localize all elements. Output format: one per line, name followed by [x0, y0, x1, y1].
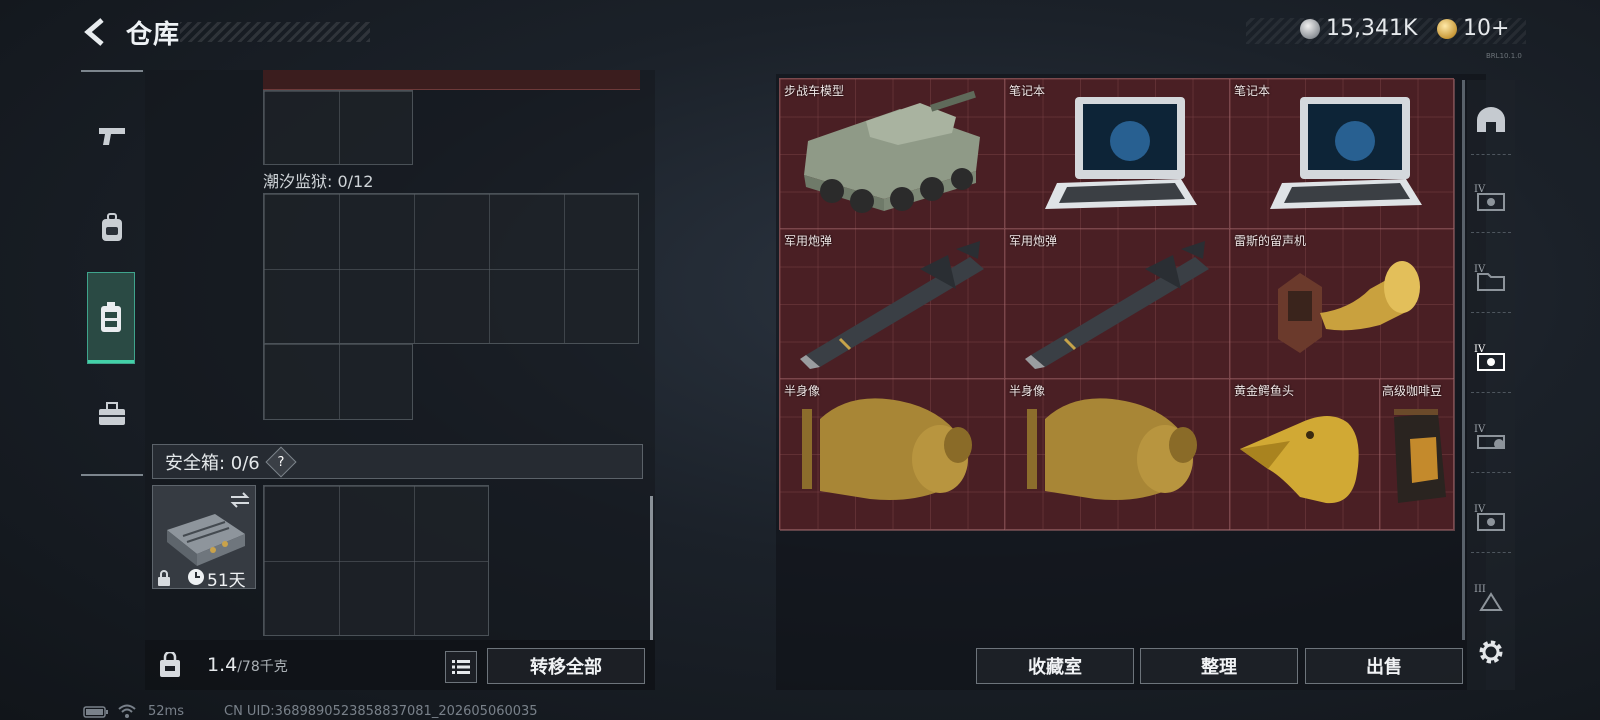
folder-iv-icon: IV — [1474, 264, 1505, 291]
nav-item-toolbox[interactable] — [81, 368, 143, 460]
left-nav — [81, 70, 143, 476]
ifv-model-icon — [804, 90, 980, 213]
svg-text:III: III — [1474, 584, 1486, 595]
title-decoration — [180, 22, 370, 42]
gold-amount: 10+ — [1463, 16, 1510, 41]
pistol-icon — [99, 128, 125, 145]
stash-item[interactable]: 步战车模型 — [780, 79, 1005, 229]
nav-item-rig[interactable] — [87, 272, 135, 364]
prison-grid-extra[interactable] — [263, 343, 413, 420]
side-tab-level-4[interactable]: IV — [1471, 498, 1511, 538]
silver-currency[interactable]: 15,341K — [1300, 16, 1417, 41]
item-name: 军用炮弹 — [1009, 234, 1058, 248]
coffee-bag-icon — [1394, 409, 1446, 503]
swap-icon[interactable] — [229, 492, 251, 508]
item-name: 军用炮弹 — [784, 234, 833, 248]
settings-button[interactable] — [1471, 632, 1511, 672]
equipment-iv-icon: IV — [1474, 504, 1505, 531]
chevron-left-icon — [84, 18, 104, 46]
armor-iv-icon: IV — [1474, 184, 1505, 211]
sell-button[interactable]: 出售 — [1305, 648, 1463, 684]
weight-max: /78千克 — [237, 659, 288, 675]
stash-scrollbar[interactable] — [1462, 80, 1465, 640]
gear-icon — [1479, 640, 1503, 664]
gold-currency[interactable]: 10+ — [1437, 16, 1509, 41]
case-duration: 51天 — [207, 571, 246, 591]
item-name: 步战车模型 — [784, 84, 845, 98]
chest-rig-icon — [101, 302, 121, 332]
weight-icon — [160, 652, 180, 677]
clock-icon — [188, 569, 204, 585]
laptop-icon — [1045, 97, 1197, 209]
prison-grid[interactable] — [263, 193, 639, 344]
sort-button[interactable]: 整理 — [1140, 648, 1298, 684]
item-name: 笔记本 — [1234, 84, 1271, 98]
backpack-icon — [102, 213, 122, 241]
stash-item[interactable]: 黄金鳄鱼头 — [1230, 379, 1380, 531]
nav-item-backpack[interactable] — [81, 182, 143, 274]
item-name: 黄金鳄鱼头 — [1234, 384, 1295, 398]
side-tab-level-4[interactable]: IV — [1471, 418, 1511, 458]
helmet-icon — [1477, 107, 1505, 132]
bust-icon — [802, 398, 972, 500]
device-iv-icon: IV — [1474, 344, 1505, 371]
side-tab-level-4[interactable]: IV — [1471, 178, 1511, 218]
weight-current: 1.4 — [207, 654, 238, 676]
back-button[interactable] — [80, 16, 110, 48]
item-name: 雷斯的留声机 — [1234, 234, 1307, 248]
item-name: 高级咖啡豆 — [1382, 384, 1443, 398]
stash-item[interactable]: 雷斯的留声机 — [1230, 229, 1455, 379]
laptop-icon — [1270, 97, 1422, 209]
tool-iv-icon: IV — [1474, 424, 1505, 449]
page-title: 仓库 — [126, 20, 181, 50]
gramophone-icon — [1278, 261, 1420, 353]
stash-item[interactable]: 军用炮弹 — [1005, 229, 1230, 379]
version-tag: BRL10.1.0 — [1486, 52, 1522, 60]
misc-iii-icon: III — [1474, 584, 1503, 611]
list-icon — [452, 660, 470, 674]
item-name: 笔记本 — [1009, 84, 1046, 98]
transfer-all-button[interactable]: 转移全部 — [487, 648, 645, 684]
silver-coin-icon — [1300, 18, 1320, 39]
stash-item[interactable]: 半身像 — [780, 379, 1005, 531]
uid-readout: CN UID:3689890523858837081_202605060035 — [224, 704, 538, 719]
side-tab-helmet[interactable] — [1471, 100, 1511, 140]
help-button[interactable]: ? — [265, 445, 297, 478]
stash-item[interactable]: 笔记本 — [1005, 79, 1230, 229]
side-tab-level-4-active[interactable]: IV — [1471, 338, 1511, 378]
list-view-button[interactable] — [445, 651, 477, 683]
gold-coin-icon — [1437, 18, 1457, 39]
container-grid-top[interactable] — [263, 90, 413, 165]
side-tab-level-4[interactable]: IV — [1471, 258, 1511, 298]
carry-weight: 1.4/78千克 — [207, 654, 288, 676]
stash-item[interactable]: 军用炮弹 — [780, 229, 1005, 379]
artillery-shell-icon — [800, 241, 984, 369]
occupied-row-strip — [263, 70, 640, 90]
nav-item-weapon[interactable] — [81, 90, 143, 182]
safe-box-grid[interactable] — [263, 485, 489, 636]
wifi-icon — [118, 704, 136, 718]
ping-readout: 52ms — [148, 704, 184, 719]
stash-item[interactable]: 高级咖啡豆 — [1380, 379, 1455, 531]
prison-container-label: 潮汐监狱: 0/12 — [263, 172, 374, 191]
safe-box-bar: 安全箱: 0/6 ? — [152, 444, 643, 479]
svg-text:IV: IV — [1474, 424, 1486, 435]
stash-item[interactable]: 半身像 — [1005, 379, 1230, 531]
safe-box-label: 安全箱: 0/6 — [165, 452, 260, 474]
safe-case-slot[interactable]: 51天 — [152, 485, 256, 591]
golden-crocodile-head-icon — [1240, 416, 1359, 504]
bust-icon — [1027, 398, 1197, 500]
stash-grid: 步战车模型 笔记本 笔记本 军用炮弹 军用炮弹 雷斯的留声机 半身像 半身像 黄… — [779, 78, 1455, 531]
lock-icon — [158, 570, 170, 586]
battery-icon — [83, 706, 108, 718]
silver-amount: 15,341K — [1326, 16, 1418, 41]
collection-room-button[interactable]: 收藏室 — [976, 648, 1134, 684]
inventory-scrollbar[interactable] — [650, 496, 653, 640]
side-tab-level-3[interactable]: III — [1471, 578, 1511, 618]
stash-item[interactable]: 笔记本 — [1230, 79, 1455, 229]
toolbox-icon — [99, 402, 125, 425]
item-name: 半身像 — [784, 384, 821, 398]
artillery-shell-icon — [1025, 241, 1209, 369]
item-name: 半身像 — [1009, 384, 1046, 398]
